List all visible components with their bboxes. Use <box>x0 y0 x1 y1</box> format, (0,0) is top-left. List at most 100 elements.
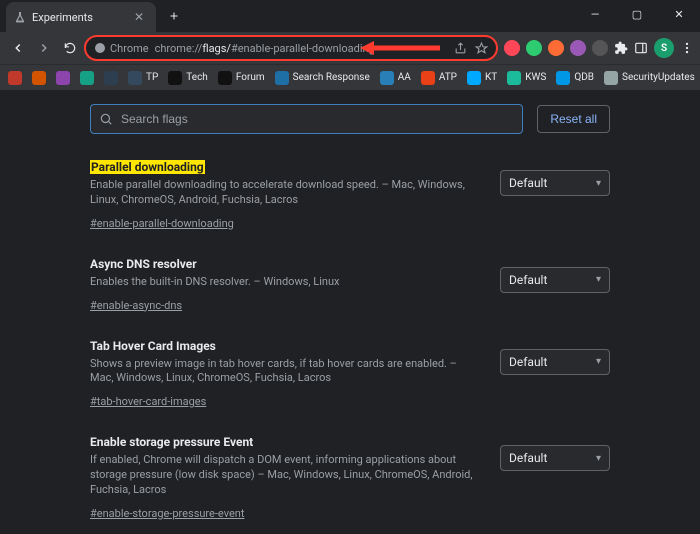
url-text: chrome://flags/#enable-parallel-download… <box>155 42 375 55</box>
flag-title: Enable storage pressure Event <box>90 435 253 449</box>
bookmark-label: TP <box>146 72 158 83</box>
bookmark-label: Tech <box>186 72 208 83</box>
bookmark-label: KT <box>485 72 497 83</box>
bookmark-label: Search Response <box>293 72 370 83</box>
bookmark-item[interactable]: ATP <box>421 71 457 85</box>
extension-icon[interactable] <box>504 40 520 56</box>
flag-status-select[interactable]: Default ▾ <box>500 170 610 196</box>
flag-anchor-link[interactable]: #enable-parallel-downloading <box>90 217 234 230</box>
reset-all-button[interactable]: Reset all <box>537 105 610 133</box>
select-value: Default <box>509 451 547 465</box>
bookmark-item[interactable]: Tech <box>168 71 208 85</box>
bookmark-favicon <box>467 71 481 85</box>
bookmark-favicon <box>275 71 289 85</box>
bookmark-item[interactable]: KWS <box>507 71 546 85</box>
extension-icon[interactable] <box>592 40 608 56</box>
site-chip[interactable]: Chrome <box>94 42 149 55</box>
bookmark-item[interactable] <box>80 71 94 85</box>
select-value: Default <box>509 273 547 287</box>
flag-description: Enables the built-in DNS resolver. – Win… <box>90 275 480 290</box>
share-icon[interactable] <box>454 42 467 55</box>
select-value: Default <box>509 176 547 190</box>
bookmark-item[interactable]: AA <box>380 71 411 85</box>
minimize-button[interactable]: — <box>574 0 616 28</box>
bookmark-favicon <box>80 71 94 85</box>
flag-title: Parallel downloading <box>90 160 205 174</box>
flag-status-select[interactable]: Default ▾ <box>500 349 610 375</box>
bookmark-item[interactable] <box>8 71 22 85</box>
bookmark-label: ATP <box>439 72 457 83</box>
extension-icon[interactable] <box>570 40 586 56</box>
search-flags-input[interactable] <box>121 112 514 126</box>
bookmark-label: SecurityUpdates <box>622 72 695 83</box>
browser-tab[interactable]: Experiments ✕ <box>6 2 156 32</box>
side-panel-icon[interactable] <box>634 41 648 55</box>
extensions-icon[interactable] <box>614 41 628 55</box>
flag-item: Async DNS resolver Enables the built-in D… <box>90 245 610 327</box>
flag-title: Tab Hover Card Images <box>90 339 216 353</box>
bookmark-item[interactable]: KT <box>467 71 497 85</box>
chevron-down-icon: ▾ <box>596 453 601 464</box>
flag-title: Async DNS resolver <box>90 257 197 271</box>
star-icon[interactable] <box>475 42 488 55</box>
extension-icon[interactable] <box>548 40 564 56</box>
bookmark-label: KWS <box>525 72 546 83</box>
flag-description: If enabled, Chrome will dispatch a DOM e… <box>90 453 480 498</box>
bookmark-item[interactable]: Forum <box>218 71 265 85</box>
bookmark-favicon <box>380 71 394 85</box>
flag-item: Tab Hover Card Images Shows a preview ima… <box>90 327 610 424</box>
flag-description: Enable parallel downloading to accelerat… <box>90 178 480 208</box>
search-flags-box[interactable] <box>90 104 523 134</box>
forward-button[interactable] <box>32 36 56 60</box>
back-button[interactable] <box>6 36 30 60</box>
reload-button[interactable] <box>58 36 82 60</box>
bookmark-item[interactable]: SecurityUpdates <box>604 71 695 85</box>
bookmarks-bar: TP Tech Forum Search Response AA ATP KT KWS QDB S… <box>0 64 700 90</box>
flag-description: Shows a preview image in tab hover cards… <box>90 357 480 387</box>
bookmark-favicon <box>218 71 232 85</box>
extensions-row: S <box>500 38 694 58</box>
bookmark-favicon <box>32 71 46 85</box>
bookmark-favicon <box>507 71 521 85</box>
tab-close-icon[interactable]: ✕ <box>132 10 146 24</box>
tab-title: Experiments <box>32 11 126 24</box>
flag-anchor-link[interactable]: #tab-hover-card-images <box>90 395 206 408</box>
flag-status-select[interactable]: Default▾ <box>500 267 610 293</box>
select-value: Default <box>509 355 547 369</box>
bookmark-item[interactable] <box>104 71 118 85</box>
kebab-menu-icon[interactable] <box>680 41 694 55</box>
chevron-down-icon: ▾ <box>596 356 601 367</box>
chevron-down-icon: ▾ <box>596 178 601 189</box>
close-window-button[interactable]: ✕ <box>658 0 700 28</box>
bookmark-favicon <box>604 71 618 85</box>
profile-avatar[interactable]: S <box>654 38 674 58</box>
flag-anchor-link[interactable]: #enable-storage-pressure-event <box>90 507 244 520</box>
bookmark-label: QDB <box>574 72 594 83</box>
site-chip-label: Chrome <box>110 42 149 55</box>
extension-icon[interactable] <box>526 40 542 56</box>
bookmark-item[interactable]: Search Response <box>275 71 370 85</box>
bookmark-favicon <box>8 71 22 85</box>
bookmark-item[interactable] <box>32 71 46 85</box>
bookmark-label: Forum <box>236 72 265 83</box>
bookmark-favicon <box>421 71 435 85</box>
bookmark-item[interactable] <box>56 71 70 85</box>
bookmark-favicon <box>104 71 118 85</box>
titlebar: Experiments ✕ — ▢ ✕ <box>0 0 700 32</box>
bookmark-favicon <box>556 71 570 85</box>
bookmark-favicon <box>168 71 182 85</box>
flag-anchor-link[interactable]: #enable-async-dns <box>90 299 182 312</box>
page-content: Reset all Parallel downloading Enable par… <box>0 90 700 534</box>
bookmark-label: AA <box>398 72 411 83</box>
flag-item: Parallel downloading Enable parallel down… <box>90 148 610 245</box>
flag-item: Enable storage pressure Event If enabled,… <box>90 423 610 534</box>
bookmark-favicon <box>128 71 142 85</box>
search-icon <box>99 112 113 126</box>
bookmark-item[interactable]: QDB <box>556 71 594 85</box>
new-tab-button[interactable] <box>164 6 184 26</box>
address-bar[interactable]: Chrome chrome://flags/#enable-parallel-d… <box>84 35 498 61</box>
bookmark-item[interactable]: TP <box>128 71 158 85</box>
maximize-button[interactable]: ▢ <box>616 0 658 28</box>
flag-status-select[interactable]: Default ▾ <box>500 445 610 471</box>
window-controls: — ▢ ✕ <box>574 0 700 28</box>
